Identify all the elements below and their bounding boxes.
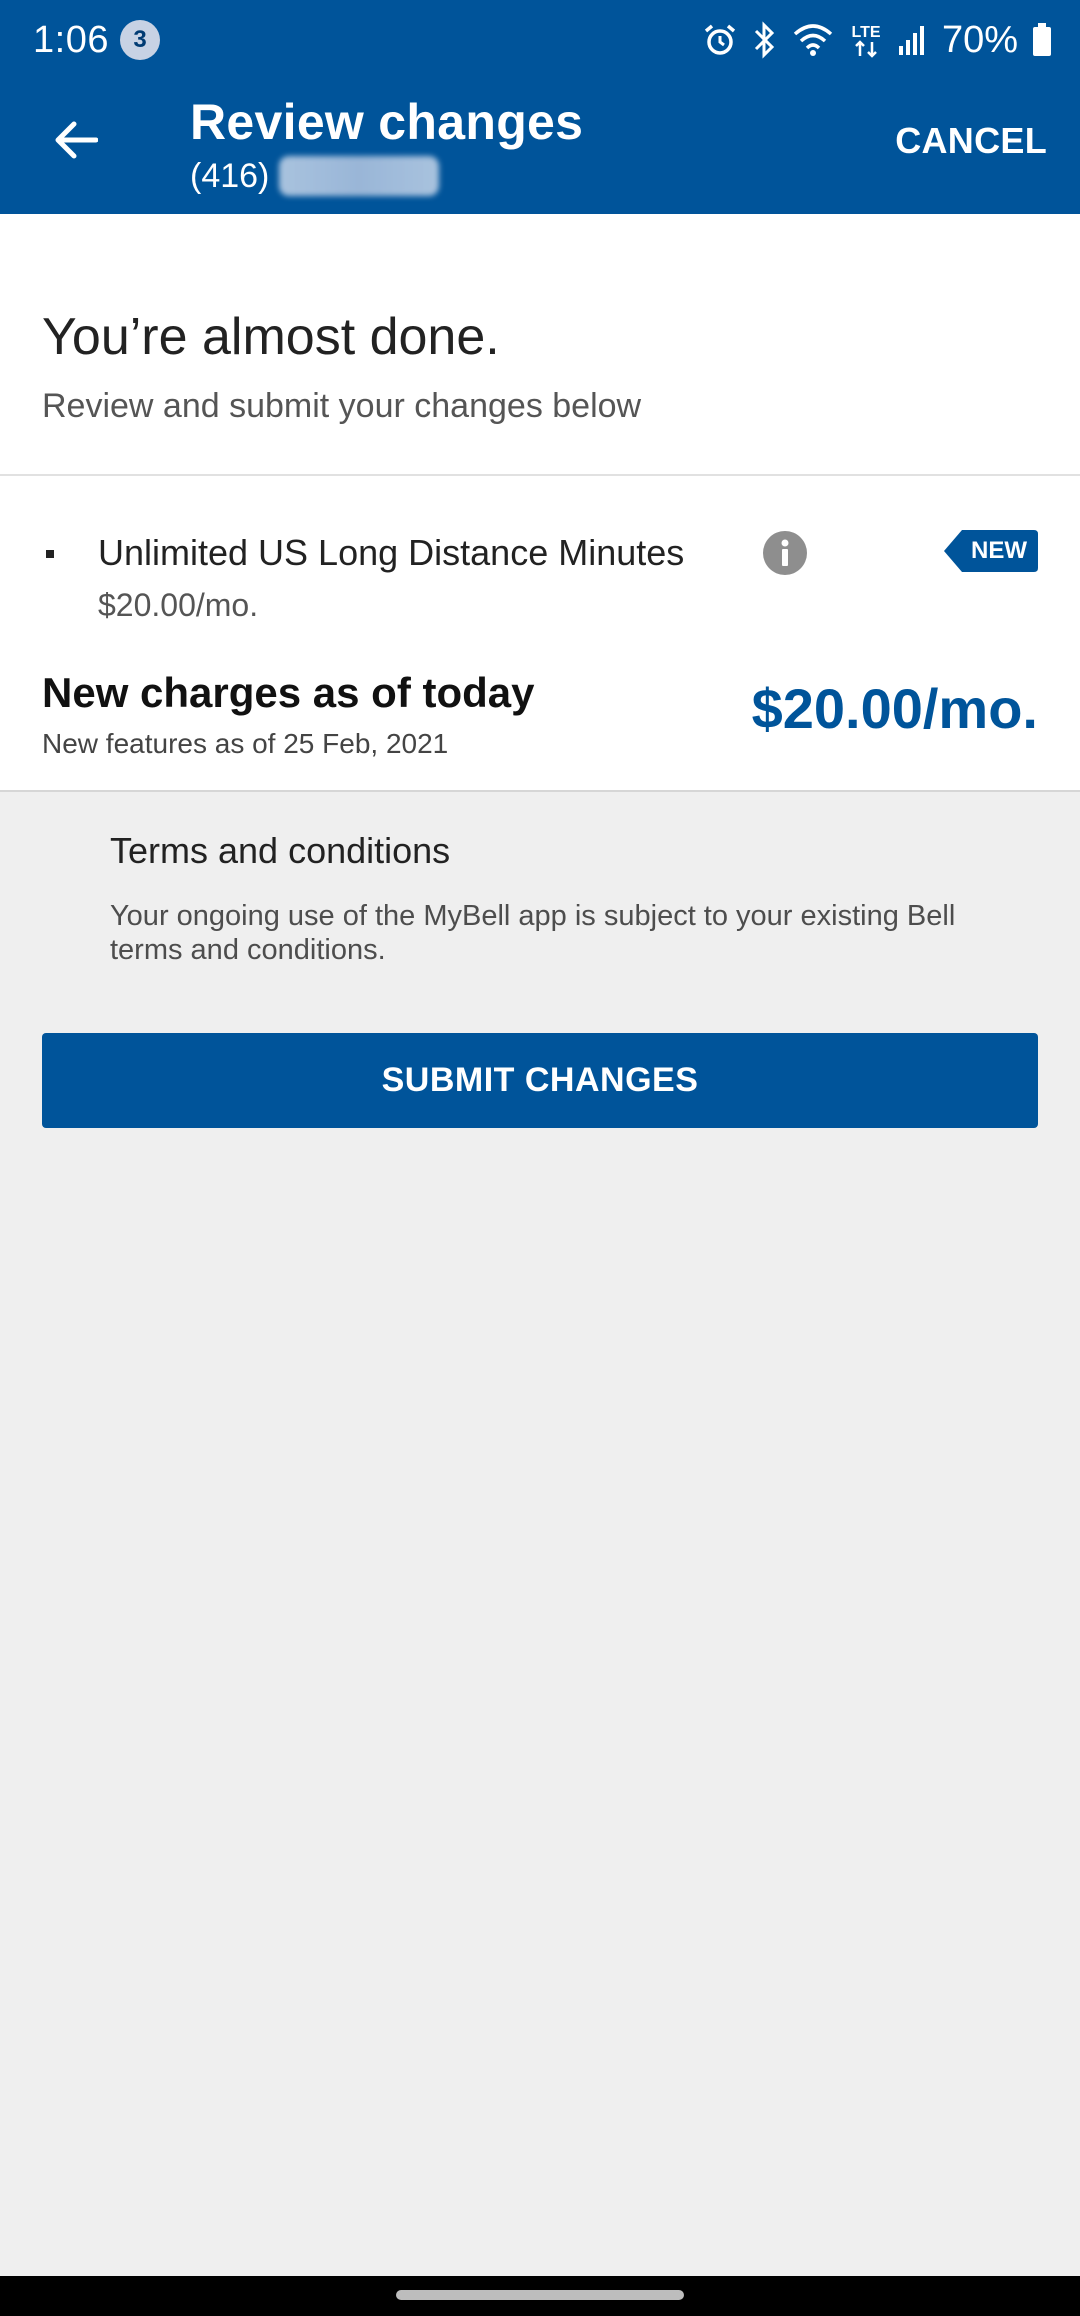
terms-body: Your ongoing use of the MyBell app is su… <box>110 900 956 966</box>
signal-icon <box>898 26 924 55</box>
charges-subtitle: New features as of 25 Feb, 2021 <box>42 728 449 759</box>
info-icon[interactable] <box>762 530 808 576</box>
home-indicator[interactable] <box>396 2290 684 2300</box>
svg-text:LTE: LTE <box>851 24 880 41</box>
new-badge: NEW <box>944 530 1038 572</box>
submit-changes-button[interactable]: SUBMIT CHANGES <box>42 1033 1038 1128</box>
battery-percent: 70% <box>941 19 1018 61</box>
arrow-left-icon <box>55 121 98 159</box>
app-bar: Review changes (416) CANCEL <box>0 80 1080 214</box>
new-badge-label: NEW <box>971 537 1027 564</box>
navigation-bar <box>0 2276 1080 2316</box>
feature-name: Unlimited US Long Distance Minutes <box>98 532 685 573</box>
wifi-icon <box>793 24 833 56</box>
feature-price: $20.00/mo. <box>98 587 259 623</box>
terms-title: Terms and conditions <box>110 830 451 871</box>
charges-title: New charges as of today <box>42 669 535 716</box>
bluetooth-icon <box>754 21 775 59</box>
headline: You’re almost done. <box>42 308 500 366</box>
intro-subtext: Review and submit your changes below <box>42 387 642 425</box>
divider <box>0 474 1080 476</box>
status-time: 1:06 <box>33 19 109 61</box>
alarm-icon <box>704 24 736 55</box>
status-icons: LTE 70% <box>702 14 1052 66</box>
notification-count-badge: 3 <box>120 20 160 60</box>
blurred-phone-digits <box>279 156 440 196</box>
review-card: You’re almost done. Review and submit yo… <box>0 214 1080 792</box>
top-bar: 1:06 3 LTE 70% Review changes (416) CANC… <box>0 0 1080 214</box>
phone-area-code: (416) <box>190 157 270 195</box>
battery-icon <box>1033 23 1051 56</box>
list-bullet <box>46 550 54 558</box>
lte-icon: LTE <box>851 24 881 58</box>
cancel-button[interactable]: CANCEL <box>895 120 1047 162</box>
page-title: Review changes <box>190 94 584 150</box>
back-button[interactable] <box>40 105 110 175</box>
phone-number: (416) <box>190 156 440 196</box>
status-bar: 1:06 3 LTE 70% <box>0 0 1080 80</box>
charges-amount: $20.00/mo. <box>751 677 1038 740</box>
